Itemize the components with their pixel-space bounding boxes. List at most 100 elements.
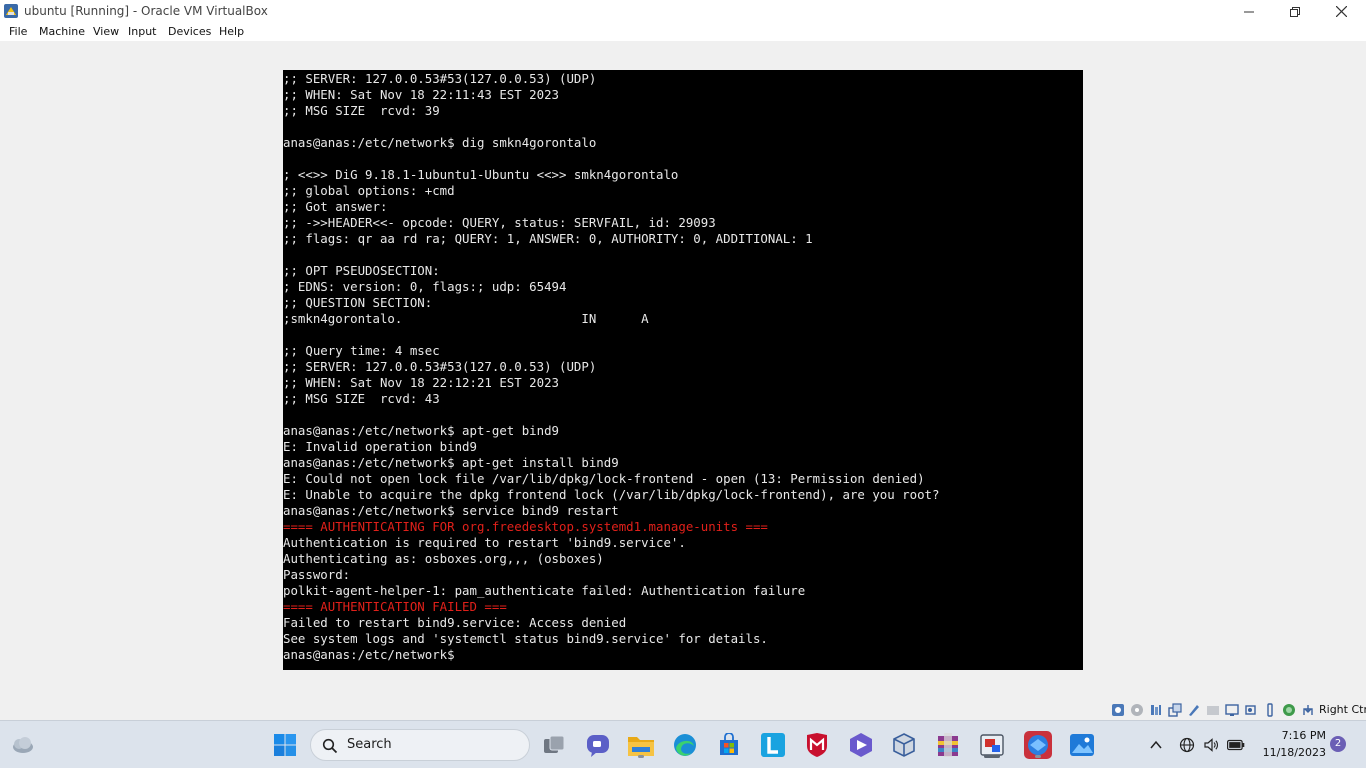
mouse-integration-icon[interactable] [1282,703,1296,717]
active-indicator [984,755,1000,758]
teams-chat-button[interactable] [583,730,613,760]
start-icon [274,734,296,756]
shared-folders-icon[interactable] [1187,703,1201,717]
guest-terminal[interactable]: ;; SERVER: 127.0.0.53#53(127.0.0.53) (UD… [283,70,1083,670]
teams-chat-icon [587,735,609,757]
snipping-tool-button[interactable] [977,730,1007,760]
restore-button[interactable] [1272,0,1318,23]
optical-drive-icon[interactable] [1111,703,1125,717]
menu-view[interactable]: View [93,25,119,38]
menu-bar: File Machine View Input Devices Help [0,23,1366,41]
terminal-line: Authenticating as: osboxes.org,,, (osbox… [283,551,604,566]
terminal-line: ;; WHEN: Sat Nov 18 22:12:21 EST 2023 [283,375,560,390]
terminal-line: ==== AUTHENTICATING FOR org.freedesktop.… [283,519,768,534]
notification-badge[interactable]: 2 [1330,736,1346,752]
edge-icon [674,734,696,756]
terminal-line: E: Could not open lock file /var/lib/dpk… [283,471,925,486]
terminal-line: anas@anas:/etc/network$ service bind9 re… [283,503,619,518]
menu-help[interactable]: Help [219,25,244,38]
search-icon [322,738,338,754]
terminal-line: ; <<>> DiG 9.18.1-1ubuntu1-Ubuntu <<>> s… [283,167,679,182]
terminal-line: ;; MSG SIZE rcvd: 39 [283,103,440,118]
battery-icon [1227,739,1245,751]
audio-icon[interactable] [1130,703,1144,717]
close-button[interactable] [1318,0,1364,23]
virtualbox-button[interactable] [889,730,919,760]
display-icon[interactable] [1206,703,1220,717]
volume-icon [1204,738,1218,752]
l-app-button[interactable] [758,730,788,760]
terminal-line: E: Invalid operation bind9 [283,439,477,454]
virtualbox-icon [893,733,915,757]
terminal-line: ;; SERVER: 127.0.0.53#53(127.0.0.53) (UD… [283,359,597,374]
battery-button[interactable] [1221,730,1251,760]
running-indicator [1035,755,1041,758]
mcafee-button[interactable] [802,730,832,760]
terminal-line: ;; SERVER: 127.0.0.53#53(127.0.0.53) (UD… [283,71,597,86]
vpn-shield-button[interactable] [846,730,876,760]
winrar-button[interactable] [933,730,963,760]
windows-taskbar: Search 7:16 PM 11/18/2023 2 [0,720,1366,768]
menu-machine[interactable]: Machine [39,25,85,38]
photos-icon [1070,734,1094,756]
terminal-line: Password: [283,567,351,582]
terminal-line: Failed to restart bind9.service: Access … [283,615,627,630]
terminal-line: ;; Query time: 4 msec [283,343,440,358]
task-view-button[interactable] [539,730,569,760]
video-capture-icon[interactable] [1225,703,1239,717]
minimize-icon [1244,11,1254,12]
browser-app-button[interactable] [1023,730,1053,760]
clock-time: 7:16 PM [1281,729,1326,742]
terminal-line: ; EDNS: version: 0, flags:; udp: 65494 [283,279,567,294]
virtualbox-app-icon [4,4,18,18]
widgets-weather-icon [13,737,33,753]
terminal-line: anas@anas:/etc/network$ apt-get install … [283,455,619,470]
l-app-icon [761,733,785,757]
mcafee-icon [807,733,827,757]
file-explorer-button[interactable] [626,730,656,760]
terminal-line: ;; flags: qr aa rd ra; QUERY: 1, ANSWER:… [283,231,813,246]
menu-devices[interactable]: Devices [168,25,211,38]
globe-icon [1179,737,1195,753]
store-icon [720,733,738,755]
search-label: Search [347,737,392,752]
terminal-line: ;; OPT PSEUDOSECTION: [283,263,440,278]
taskbar-search[interactable]: Search [310,729,530,761]
clock-date: 11/18/2023 [1262,746,1326,759]
terminal-line: anas@anas:/etc/network$ apt-get bind9 [283,423,560,438]
menu-input[interactable]: Input [128,25,156,38]
show-hidden-icons-button[interactable] [1141,730,1171,760]
terminal-line: ;; QUESTION SECTION: [283,295,433,310]
edge-button[interactable] [670,730,700,760]
terminal-line: Authentication is required to restart 'b… [283,535,686,550]
menu-file[interactable]: File [9,25,27,38]
terminal-line: ;; WHEN: Sat Nov 18 22:11:43 EST 2023 [283,87,560,102]
window-title: ubuntu [Running] - Oracle VM VirtualBox [24,4,268,18]
terminal-line: ;smkn4gorontalo. IN A [283,311,649,326]
cpu-icon[interactable] [1263,703,1277,717]
widgets-button[interactable] [7,730,37,760]
photos-button[interactable] [1067,730,1097,760]
host-key-label: Right Ctrl [1319,703,1366,716]
store-button[interactable] [714,730,744,760]
chevron-up-icon [1150,740,1162,749]
window-titlebar: ubuntu [Running] - Oracle VM VirtualBox [0,0,1366,23]
terminal-line: E: Unable to acquire the dpkg frontend l… [283,487,940,502]
terminal-line: ;; Got answer: [283,199,388,214]
start-button[interactable] [270,730,300,760]
close-icon [1335,6,1347,17]
terminal-line: ==== AUTHENTICATION FAILED === [283,599,507,614]
terminal-line: See system logs and 'systemctl status bi… [283,631,768,646]
task-view-icon [544,735,565,753]
running-indicator [638,755,644,758]
terminal-line: ;; MSG SIZE rcvd: 43 [283,391,440,406]
network-icon[interactable] [1149,703,1163,717]
recording-icon[interactable] [1244,703,1258,717]
vpn-shield-icon [850,733,872,757]
vm-status-bar: Right Ctrl [0,700,1366,720]
terminal-line: anas@anas:/etc/network$ [283,647,455,662]
usb-icon[interactable] [1168,703,1182,717]
keyboard-icon[interactable] [1301,703,1315,717]
terminal-line: polkit-agent-helper-1: pam_authenticate … [283,583,806,598]
minimize-button[interactable] [1226,0,1272,23]
